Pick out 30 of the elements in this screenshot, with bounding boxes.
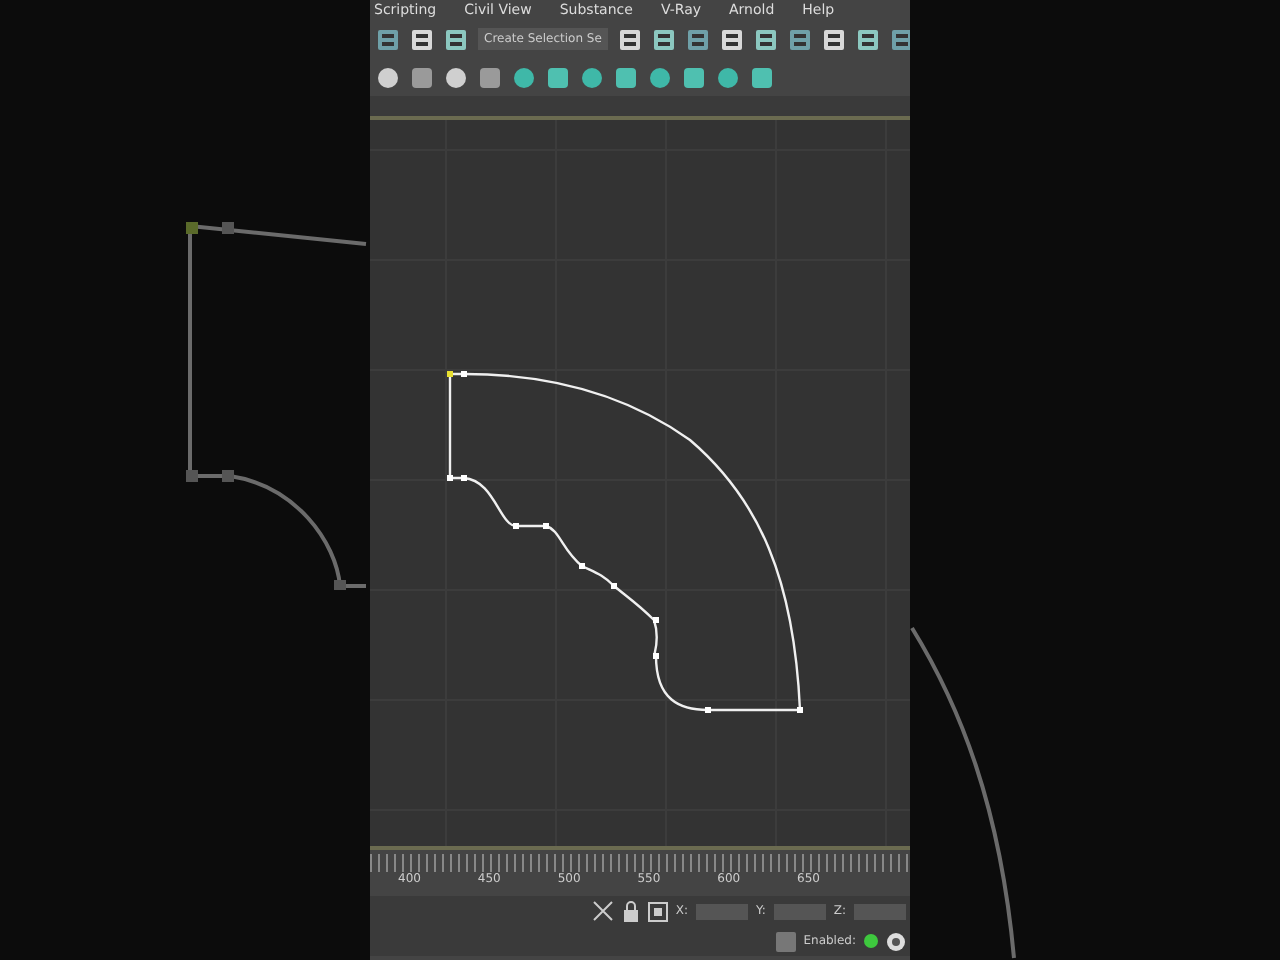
toolbar-icon[interactable] [719, 27, 744, 51]
toolbar-icon[interactable] [750, 65, 774, 89]
toolbar-icon[interactable] [685, 27, 710, 51]
toolbar-icon[interactable] [682, 65, 706, 89]
coordinate-field[interactable] [854, 903, 906, 919]
toolbar-icon[interactable] [546, 65, 570, 89]
toolbar-icon[interactable] [444, 27, 468, 51]
toolbar-icon[interactable] [889, 27, 914, 51]
toolbar-icon[interactable] [855, 27, 880, 51]
grid-icon[interactable] [647, 901, 668, 921]
toolbar-icon[interactable] [410, 27, 434, 51]
toolbar-icon[interactable] [821, 27, 846, 51]
toolbar-icon[interactable] [716, 65, 740, 89]
toolbar-icon[interactable] [651, 27, 676, 51]
toolbar-icon[interactable] [787, 27, 812, 51]
lock-icon[interactable] [621, 900, 640, 922]
coordinate-field[interactable] [773, 903, 826, 919]
coordinate-field[interactable] [695, 903, 748, 919]
toolbar-icon[interactable] [753, 27, 778, 51]
status-dot[interactable] [864, 934, 878, 948]
selection-icon[interactable] [591, 900, 614, 922]
toolbar-icon[interactable] [376, 27, 400, 51]
toolbar-icon[interactable] [648, 65, 672, 89]
gear-icon[interactable] [886, 931, 906, 951]
toolbar-icon[interactable] [614, 65, 638, 89]
toolbar-icon[interactable] [580, 65, 604, 89]
toolbar-icon[interactable] [376, 65, 400, 89]
toolbar-icon[interactable] [512, 65, 536, 89]
toolbar-icon[interactable] [444, 65, 468, 89]
toolbar-icon[interactable] [617, 27, 642, 51]
